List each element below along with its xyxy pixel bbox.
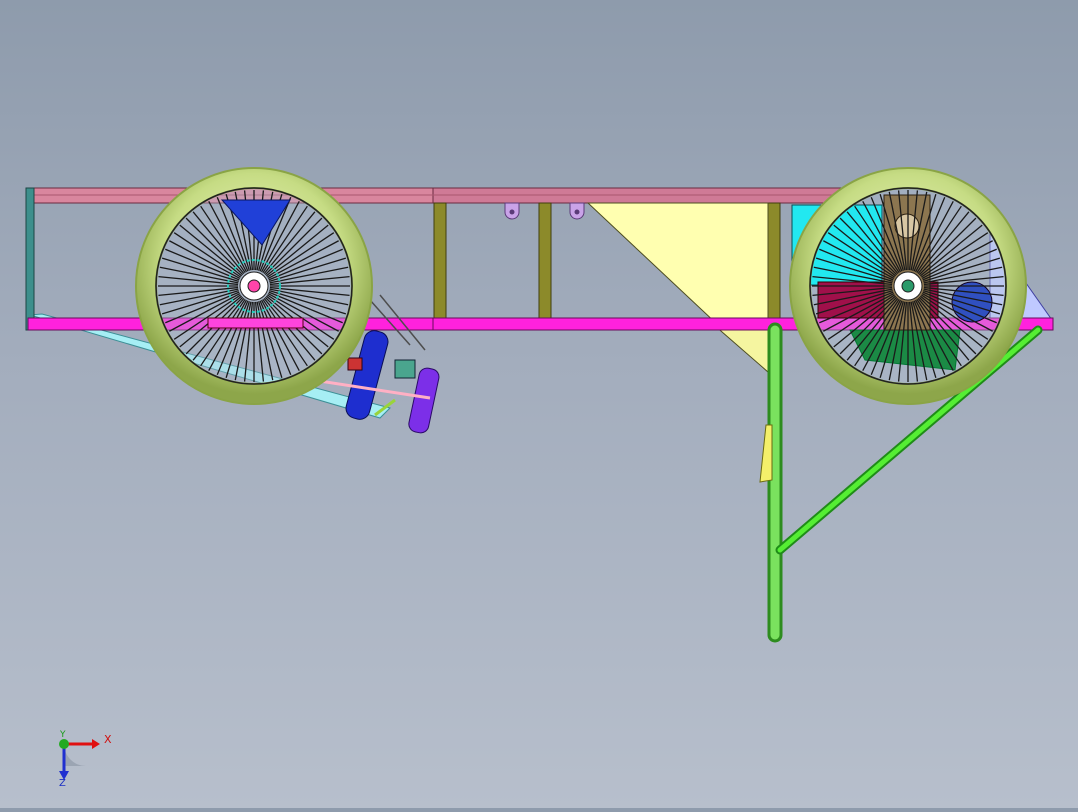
y-axis-dot (59, 739, 69, 749)
lower-bracket (759, 424, 773, 483)
front-wheel (135, 167, 373, 405)
x-axis-label: X (104, 733, 112, 746)
chassis-model-view[interactable] (0, 0, 1078, 808)
rear-wheel (789, 167, 1027, 405)
top-frame-rail (27, 187, 844, 204)
left-end-post (25, 187, 35, 331)
cad-graphics-viewport[interactable]: X Y Z (0, 0, 1078, 808)
z-axis-label: Z (59, 778, 66, 789)
y-axis-label: Y (60, 730, 66, 740)
